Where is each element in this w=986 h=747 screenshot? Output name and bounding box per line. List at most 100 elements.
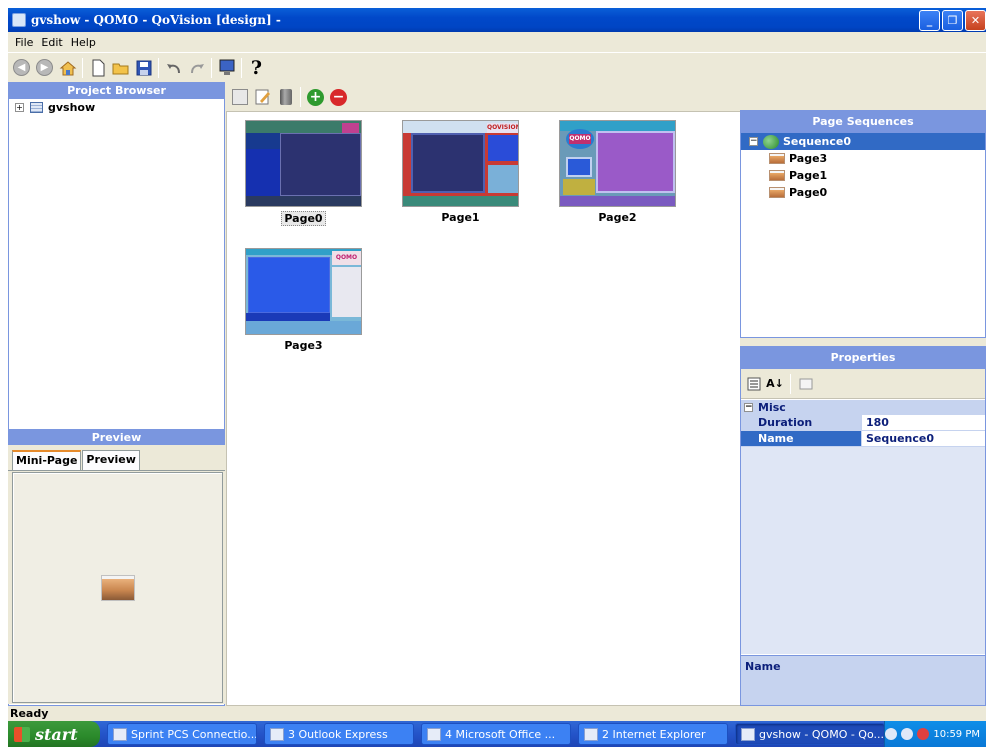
- task-microsoft-office[interactable]: 4 Microsoft Office ...: [421, 723, 571, 745]
- tree-item-sequence0[interactable]: − Sequence0: [741, 133, 985, 150]
- sequence-item-page3[interactable]: Page3: [741, 150, 985, 167]
- security-icon[interactable]: [917, 728, 930, 740]
- tree-item-gvshow[interactable]: + gvshow: [9, 99, 224, 116]
- page-label: Page1: [441, 211, 480, 224]
- menu-file[interactable]: File: [11, 36, 37, 49]
- page-sequences-panel: Page Sequences − Sequence0 Page3 Page1 P…: [740, 110, 986, 338]
- network-icon[interactable]: [885, 728, 898, 740]
- save-button[interactable]: [132, 56, 155, 79]
- property-pages-icon: [799, 378, 813, 389]
- page-label: Page2: [598, 211, 637, 224]
- preview-canvas: [12, 472, 223, 703]
- ie-icon: [584, 727, 598, 741]
- property-value-name[interactable]: Sequence0: [861, 431, 985, 446]
- page-item-page3[interactable]: QOMO Page3: [245, 248, 362, 352]
- collapse-icon[interactable]: −: [749, 137, 758, 146]
- menu-help[interactable]: Help: [67, 36, 100, 49]
- remove-from-sequence-button[interactable]: −: [327, 86, 350, 109]
- category-label: Misc: [758, 401, 786, 414]
- preview-header: Preview: [8, 429, 225, 445]
- app-icon: [741, 727, 755, 741]
- new-icon: [92, 59, 104, 76]
- delete-page-button[interactable]: [274, 86, 297, 109]
- add-to-sequence-button[interactable]: +: [304, 86, 327, 109]
- help-button[interactable]: ?: [245, 56, 268, 79]
- task-label: Sprint PCS Connectio...: [131, 727, 257, 741]
- preview-panel: Preview Mini-Page Preview: [8, 429, 225, 704]
- trash-icon: [279, 89, 292, 105]
- page-item-page2[interactable]: QOMO Page2: [559, 120, 676, 224]
- task-gvshow[interactable]: gvshow - QOMO - Qo...: [735, 723, 885, 745]
- redo-button[interactable]: [185, 56, 208, 79]
- task-label: 4 Microsoft Office ...: [445, 727, 556, 741]
- alphabetical-button[interactable]: A↓: [766, 375, 784, 393]
- home-button[interactable]: [56, 56, 79, 79]
- collapse-icon[interactable]: −: [744, 403, 753, 412]
- taskbar: start Sprint PCS Connectio... 3 Outlook …: [8, 721, 986, 747]
- properties-panel: Properties A↓ − Misc Duration 180 Name S…: [740, 346, 986, 706]
- new-button[interactable]: [86, 56, 109, 79]
- property-name: Name: [741, 431, 861, 446]
- volume-icon[interactable]: [901, 728, 914, 740]
- window-title: gvshow - QOMO - QoVision [design] -: [31, 13, 281, 27]
- sprint-icon: [113, 727, 127, 741]
- page-icon: [769, 170, 785, 181]
- app-icon[interactable]: [12, 13, 26, 27]
- open-button[interactable]: [109, 56, 132, 79]
- task-sprint-pcs[interactable]: Sprint PCS Connectio...: [107, 723, 257, 745]
- tab-preview[interactable]: Preview: [82, 450, 140, 470]
- main-toolbar: ◀ ▶ ?: [8, 52, 986, 82]
- page-sequences-header: Page Sequences: [741, 111, 985, 133]
- title-bar[interactable]: gvshow - QOMO - QoVision [design] - _ ❐ …: [8, 8, 986, 32]
- page2-logo: QOMO: [569, 134, 591, 144]
- property-category[interactable]: − Misc: [741, 400, 985, 415]
- expand-icon[interactable]: +: [15, 103, 24, 112]
- display-button[interactable]: [215, 56, 238, 79]
- sequence-icon: [763, 134, 779, 149]
- plus-icon: +: [307, 88, 324, 106]
- property-row-duration[interactable]: Duration 180: [741, 415, 985, 431]
- minimize-button[interactable]: _: [919, 10, 940, 31]
- menu-edit[interactable]: Edit: [37, 36, 66, 49]
- page-item-page1[interactable]: QOVISION Page1: [402, 120, 519, 224]
- property-row-name[interactable]: Name Sequence0: [741, 431, 985, 447]
- page-label: Page3: [284, 339, 323, 352]
- word-icon: [427, 727, 441, 741]
- clock[interactable]: 10:59 PM: [933, 729, 980, 740]
- forward-icon: ▶: [36, 59, 53, 76]
- page-icon: [769, 153, 785, 164]
- sequence-page-label: Page3: [789, 152, 828, 165]
- property-pages-button[interactable]: [797, 375, 815, 393]
- start-button[interactable]: start: [8, 721, 100, 747]
- restore-button[interactable]: ❐: [942, 10, 963, 31]
- undo-button[interactable]: [162, 56, 185, 79]
- sequence-item-page0[interactable]: Page0: [741, 184, 985, 201]
- properties-header: Properties: [741, 347, 985, 369]
- window-controls: _ ❐ ✕: [919, 10, 986, 31]
- page1-logo: QOVISION: [487, 123, 519, 133]
- back-button[interactable]: ◀: [10, 56, 33, 79]
- edit-page-button[interactable]: [251, 86, 274, 109]
- property-value-duration[interactable]: 180: [861, 415, 985, 430]
- close-button[interactable]: ✕: [965, 10, 986, 31]
- tab-mini-page[interactable]: Mini-Page: [12, 450, 82, 470]
- sequence-item-page1[interactable]: Page1: [741, 167, 985, 184]
- sequence-label: Sequence0: [783, 135, 852, 148]
- page-item-page0[interactable]: Page0: [245, 120, 362, 226]
- system-tray: 10:59 PM: [884, 721, 986, 747]
- add-page-button[interactable]: [228, 86, 251, 109]
- description-title: Name: [745, 660, 781, 673]
- monitor-icon: [219, 59, 234, 75]
- page-thumbnail: QOVISION: [402, 120, 519, 207]
- toolbar-separator: [158, 57, 159, 78]
- page-thumbnail: QOMO: [559, 120, 676, 207]
- add-page-icon: [231, 89, 248, 105]
- property-description: Name: [741, 655, 985, 705]
- forward-button[interactable]: ▶: [33, 56, 56, 79]
- help-icon: ?: [250, 56, 263, 79]
- toolbar-separator: [790, 373, 791, 394]
- task-outlook-express[interactable]: 3 Outlook Express: [264, 723, 414, 745]
- categorized-button[interactable]: [745, 375, 763, 393]
- pages-toolbar: + −: [226, 82, 746, 112]
- task-internet-explorer[interactable]: 2 Internet Explorer: [578, 723, 728, 745]
